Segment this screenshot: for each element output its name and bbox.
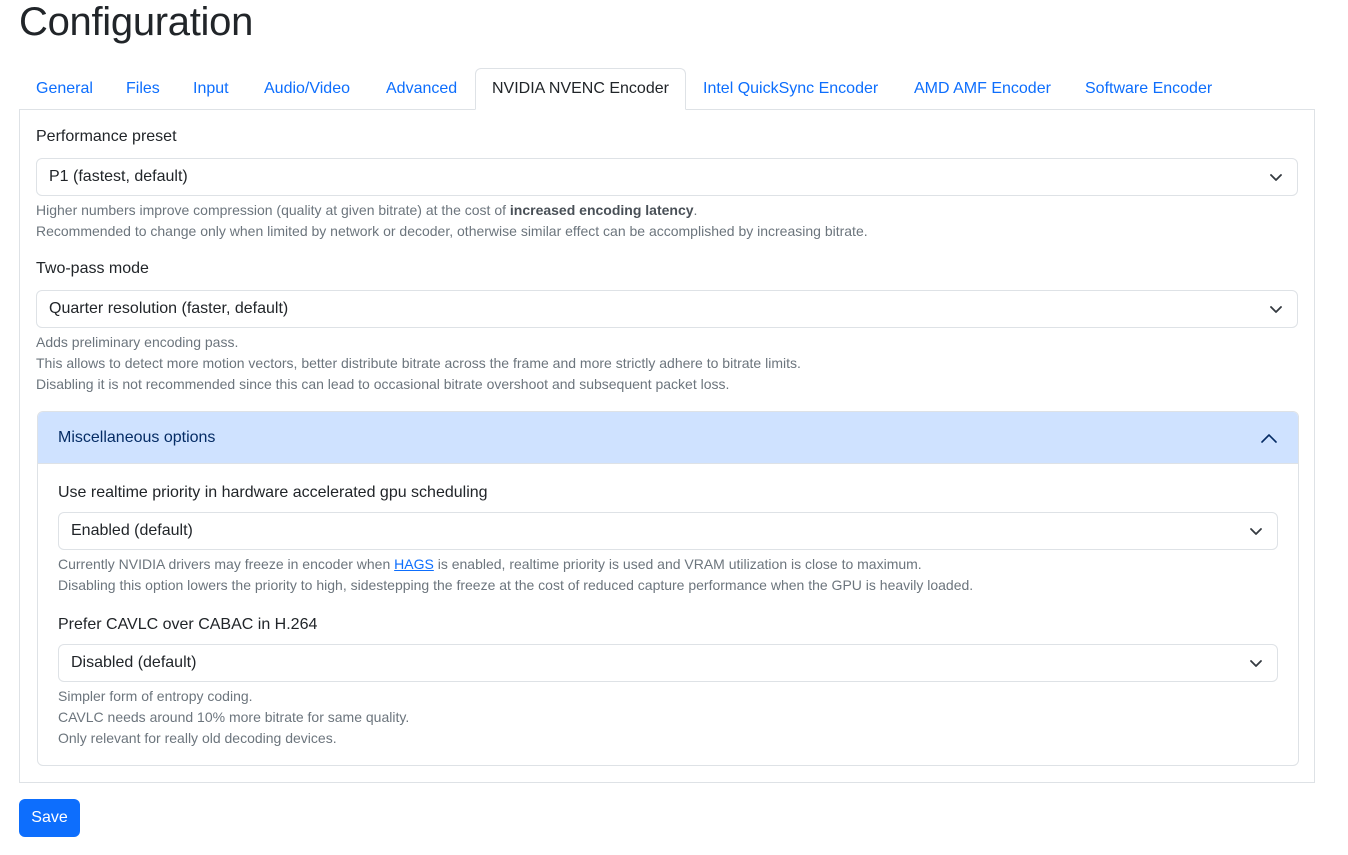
help-text: Simpler form of entropy coding. — [58, 688, 253, 704]
tab-intel-quicksync-encoder[interactable]: Intel QuickSync Encoder — [686, 68, 895, 110]
help-text: . — [693, 202, 698, 218]
realtime-priority-help: Currently NVIDIA drivers may freeze in e… — [58, 554, 973, 596]
tab-general[interactable]: General — [19, 68, 110, 110]
help-emphasis: increased encoding latency — [509, 202, 694, 218]
performance-preset-value: P1 (fastest, default) — [49, 168, 188, 185]
realtime-priority-select[interactable]: Enabled (default) — [58, 512, 1278, 550]
cavlc-value: Disabled (default) — [71, 654, 197, 671]
cavlc-select[interactable]: Disabled (default) — [58, 644, 1278, 682]
chevron-down-icon — [1250, 660, 1262, 667]
tab-amd-amf-encoder[interactable]: AMD AMF Encoder — [897, 68, 1068, 110]
tab-bar: General Files Input Audio/Video Advanced… — [19, 68, 1315, 110]
help-text: is enabled, realtime priority is used an… — [433, 556, 922, 572]
cavlc-help: Simpler form of entropy coding. CAVLC ne… — [58, 686, 409, 749]
two-pass-mode-label: Two-pass mode — [36, 260, 149, 277]
tab-software-encoder[interactable]: Software Encoder — [1068, 68, 1229, 110]
two-pass-mode-select[interactable]: Quarter resolution (faster, default) — [36, 290, 1298, 328]
help-text: This allows to detect more motion vector… — [36, 355, 801, 371]
two-pass-mode-help: Adds preliminary encoding pass. This all… — [36, 332, 801, 395]
misc-options-accordion-header[interactable]: Miscellaneous options — [38, 412, 1298, 464]
chevron-down-icon — [1270, 306, 1282, 313]
page-title: Configuration — [19, 0, 254, 44]
performance-preset-select[interactable]: P1 (fastest, default) — [36, 158, 1298, 196]
tab-advanced[interactable]: Advanced — [369, 68, 474, 110]
hags-link[interactable]: HAGS — [394, 556, 434, 572]
performance-preset-help: Higher numbers improve compression (qual… — [36, 200, 868, 242]
realtime-priority-label: Use realtime priority in hardware accele… — [58, 484, 488, 501]
tab-files[interactable]: Files — [109, 68, 177, 110]
misc-options-title: Miscellaneous options — [58, 429, 216, 446]
chevron-up-icon — [1261, 434, 1277, 443]
tab-audio-video[interactable]: Audio/Video — [247, 68, 367, 110]
help-text: Disabling it is not recommended since th… — [36, 376, 730, 392]
help-text: Adds preliminary encoding pass. — [36, 334, 239, 350]
help-text: Disabling this option lowers the priorit… — [58, 577, 974, 593]
tab-input[interactable]: Input — [176, 68, 246, 110]
help-text: Only relevant for really old decoding de… — [58, 730, 337, 746]
save-button[interactable]: Save — [19, 799, 80, 837]
help-text: CAVLC needs around 10% more bitrate for … — [58, 709, 410, 725]
help-text: Higher numbers improve compression (qual… — [36, 202, 510, 218]
tab-content-panel: Performance preset P1 (fastest, default)… — [19, 109, 1315, 783]
tab-nvidia-nvenc-encoder[interactable]: NVIDIA NVENC Encoder — [475, 68, 686, 110]
performance-preset-label: Performance preset — [36, 128, 177, 145]
misc-options-accordion: Miscellaneous options Use realtime prior… — [37, 411, 1299, 766]
realtime-priority-value: Enabled (default) — [71, 522, 193, 539]
two-pass-mode-value: Quarter resolution (faster, default) — [49, 300, 289, 317]
help-text: Recommended to change only when limited … — [36, 223, 868, 239]
help-text: Currently NVIDIA drivers may freeze in e… — [58, 556, 395, 572]
cavlc-label: Prefer CAVLC over CABAC in H.264 — [58, 616, 318, 633]
chevron-down-icon — [1250, 528, 1262, 535]
chevron-down-icon — [1270, 174, 1282, 181]
